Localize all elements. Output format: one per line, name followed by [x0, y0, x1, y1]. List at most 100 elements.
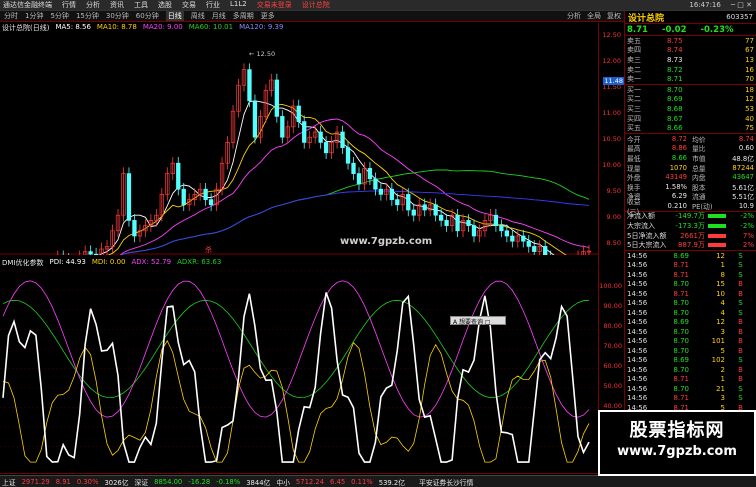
tick-volume: 4 [720, 308, 725, 317]
candle [460, 214, 466, 238]
candle [433, 198, 438, 222]
tick-row: 14:56 8.71 8 S [625, 270, 756, 280]
watermark-url: www.7gpzb.com [617, 444, 737, 459]
order-book-row[interactable]: 买一 8.70 18 [625, 85, 756, 95]
capital-flows: 净流入额 -149.7万 -2% 大宗流入 -173.3万 -2% 5日净流入额 2661万 7… [625, 212, 756, 252]
candle [280, 110, 285, 144]
query-popup[interactable]: A 想要查询 □ [450, 316, 506, 326]
stat-value: 5.61亿 [732, 183, 754, 192]
toolbar-action[interactable]: 复权 [607, 11, 621, 21]
site-url-text: www.7gpzb.com [340, 236, 433, 247]
price-tick: 12.00 [602, 57, 621, 65]
login-alert[interactable]: 交易未登录 [257, 0, 292, 10]
app-name: 通达信金融终端 [3, 1, 52, 9]
tick-row: 14:56 8.71 1 S [625, 261, 756, 271]
tick-price: 8.70 [673, 384, 689, 393]
candle [203, 182, 208, 206]
tick-price: 8.70 [673, 337, 689, 346]
order-book-row[interactable]: 买四 8.67 40 [625, 114, 756, 124]
order-book-row[interactable]: 卖三 8.73 13 [625, 55, 756, 65]
index-value: 2971.29 [21, 477, 50, 486]
toolbar-action[interactable]: 分析 [567, 11, 581, 21]
period-tab[interactable]: 月线 [212, 11, 226, 21]
period-tab[interactable]: 15分钟 [76, 11, 99, 21]
level-volume: 13 [745, 55, 754, 64]
tick-row: 14:56 8.70 3 B [625, 327, 756, 337]
signal-marker: 杀 [205, 245, 212, 254]
candle [302, 115, 307, 149]
toolbar-action[interactable]: 全局 [587, 11, 601, 21]
stat-value: 8.66 [671, 153, 687, 162]
candle [586, 244, 592, 255]
period-tab[interactable]: 多周期 [233, 11, 254, 21]
period-tab[interactable]: 5分钟 [50, 11, 68, 21]
tick-side: S [738, 356, 743, 365]
flow-pct: 2% [742, 241, 754, 250]
tick-volume: 2 [720, 365, 725, 374]
period-tab[interactable]: 1分钟 [25, 11, 43, 21]
menu-item[interactable]: 资讯 [110, 0, 124, 10]
index-label[interactable]: 中小 [276, 477, 290, 487]
period-tab[interactable]: 日线 [165, 11, 184, 21]
period-tab[interactable]: 周线 [191, 11, 205, 21]
flow-row: 大宗流入 -173.3万 -2% [625, 221, 756, 231]
stat-value: 1070 [669, 163, 687, 172]
candle [477, 224, 482, 243]
candle [356, 167, 362, 191]
flow-label: 5日大宗流入 [627, 241, 667, 250]
candle [411, 203, 416, 222]
stat-label: 总量 [692, 164, 706, 173]
order-book-row[interactable]: 卖四 8.74 67 [625, 46, 756, 56]
kline-chart[interactable]: ← 12.50← 8.16杀 [0, 33, 598, 255]
dmi-chart[interactable] [0, 267, 598, 473]
candle [345, 141, 351, 170]
tick-list[interactable]: 14:56 8.69 12 S 14:56 8.71 1 S 14:56 8.71 8 S 14:56 8… [625, 251, 756, 413]
tick-row: 14:56 8.70 101 B [625, 337, 756, 347]
window-controls[interactable]: ─ □ ✕ [731, 1, 756, 9]
order-book-row[interactable]: 卖一 8.71 70 [625, 74, 756, 84]
candle [307, 130, 312, 149]
tick-volume: 5 [720, 346, 725, 355]
menu-item[interactable]: 行情 [62, 0, 76, 10]
candle [444, 214, 449, 232]
period-tab[interactable]: 60分钟 [136, 11, 159, 21]
order-book-row[interactable]: 买二 8.69 12 [625, 95, 756, 105]
tick-price: 8.70 [673, 365, 689, 374]
index-amount: 3026亿 [104, 478, 129, 487]
order-book-row[interactable]: 卖二 8.72 16 [625, 65, 756, 75]
stock-alert[interactable]: 设计总院 [302, 0, 330, 10]
tick-volume: 12 [716, 251, 725, 260]
level-label: 买三 [627, 104, 641, 113]
flow-row: 5日大宗流入 887.9万 2% [625, 240, 756, 250]
order-book-row[interactable]: 买五 8.66 75 [625, 123, 756, 133]
index-label[interactable]: 上证 [2, 477, 16, 487]
level-price: 8.70 [667, 85, 683, 94]
stat-label: 股本 [692, 183, 706, 192]
tick-side: B [738, 365, 743, 374]
ma60-value: MA60: 10.01 [188, 23, 234, 31]
index-value: 8854.00 [154, 477, 183, 486]
index-label[interactable]: 深证 [135, 477, 149, 487]
period-tab[interactable]: 分时 [4, 11, 18, 21]
level-price: 8.66 [667, 124, 683, 133]
tick-time: 14:56 [627, 280, 648, 289]
price-change-pct: -0.23% [700, 24, 734, 35]
menu-item[interactable]: L1L2 [230, 0, 247, 10]
stat-label: PE(动) [692, 202, 713, 211]
menu-item[interactable]: 选股 [158, 0, 172, 10]
order-book-row[interactable]: 买三 8.68 53 [625, 104, 756, 114]
menu-item[interactable]: 行业 [206, 0, 220, 10]
menu-item[interactable]: 分析 [86, 0, 100, 10]
candle [143, 219, 148, 238]
candle [159, 188, 164, 222]
order-book-row[interactable]: 卖五 8.75 77 [625, 36, 756, 46]
ma20-value: MA20: 9.00 [142, 23, 183, 31]
period-tab[interactable]: 更多 [261, 11, 275, 21]
menu-item[interactable]: 交易 [182, 0, 196, 10]
menu-item[interactable]: 工具 [134, 0, 148, 10]
level-label: 买五 [627, 124, 641, 133]
stat-value: 10.9 [738, 201, 754, 210]
ma-line [121, 169, 590, 255]
candle [258, 110, 263, 144]
period-tab[interactable]: 30分钟 [106, 11, 129, 21]
